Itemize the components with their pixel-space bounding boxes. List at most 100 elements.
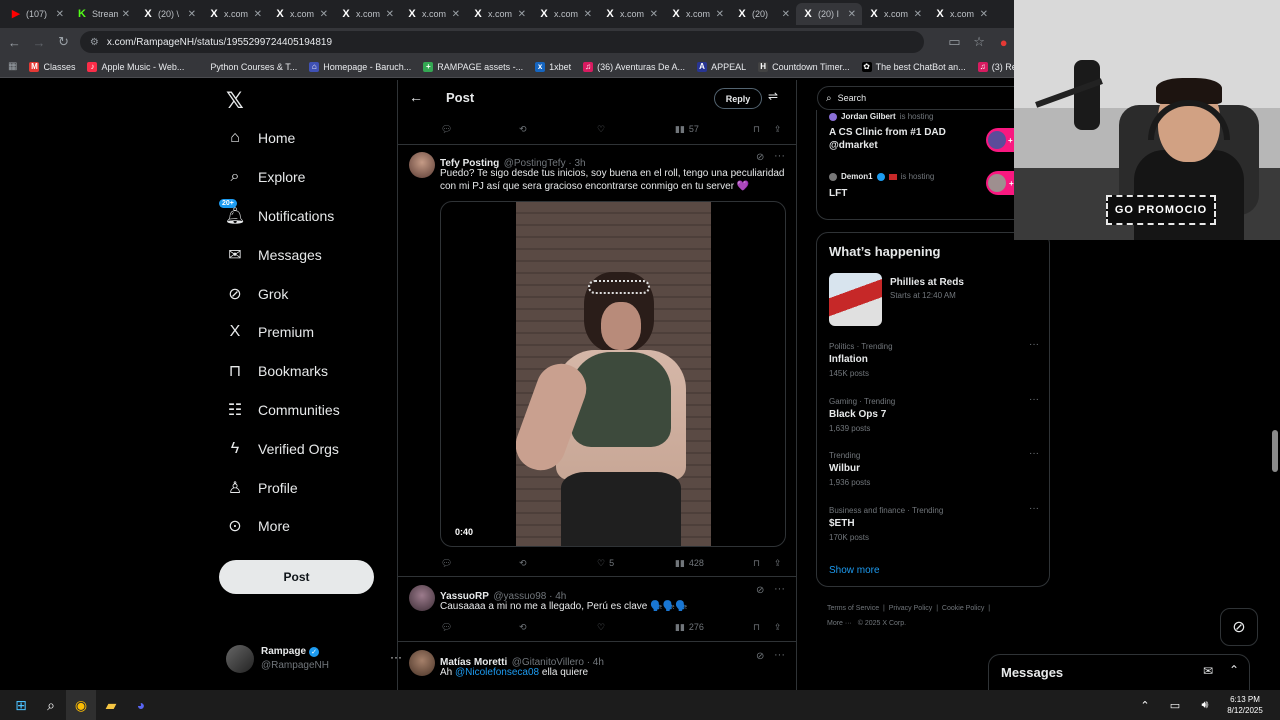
- nav-item-notifications[interactable]: 🔔︎ 20+ Notifications: [218, 197, 398, 236]
- bookmark-item[interactable]: Python Courses & T...: [196, 61, 297, 72]
- reply-button[interactable]: Reply: [714, 88, 762, 109]
- tab-close-icon[interactable]: ✕: [518, 9, 526, 20]
- bookmark-item[interactable]: A APPEAL: [697, 61, 746, 72]
- tray-expand-icon[interactable]: ⌃: [1130, 690, 1160, 720]
- nav-item-communities[interactable]: ☷ Communities: [218, 391, 398, 430]
- star-icon[interactable]: ☆: [969, 31, 990, 53]
- search-input[interactable]: ⌕ Search: [817, 86, 1027, 110]
- nav-item-explore[interactable]: ⌕ Explore: [218, 158, 398, 197]
- trend-more-icon[interactable]: ···: [1029, 394, 1039, 405]
- browser-tab[interactable]: X x.com ✕: [268, 3, 334, 25]
- reply-post[interactable]: Tefy Posting @PostingTefy · 3h ⊘ ··· Pue…: [398, 145, 796, 577]
- tab-close-icon[interactable]: ✕: [386, 9, 394, 20]
- tab-close-icon[interactable]: ✕: [188, 9, 196, 20]
- repost-icon[interactable]: ⟲: [519, 622, 527, 633]
- tab-close-icon[interactable]: ✕: [980, 9, 988, 20]
- x-home-logo-icon[interactable]: 𝕏: [226, 88, 244, 114]
- browser-tab[interactable]: K Stream ✕: [70, 3, 136, 25]
- tab-close-icon[interactable]: ✕: [716, 9, 724, 20]
- show-more-link[interactable]: Show more: [829, 565, 880, 576]
- reply-post[interactable]: Matías Moretti @GitanitoVillero · 4h ⊘ ·…: [398, 643, 796, 690]
- apps-grid-icon[interactable]: ▦: [8, 61, 17, 72]
- grok-floating-icon[interactable]: ⊘: [1220, 608, 1258, 646]
- forward-icon[interactable]: →: [29, 31, 50, 53]
- bookmark-item[interactable]: ♫ (36) Aventuras De A...: [583, 61, 685, 72]
- nav-item-grok[interactable]: ⊘ Grok: [218, 274, 398, 313]
- reload-icon[interactable]: ↻: [53, 31, 74, 53]
- windows-start-icon[interactable]: ⊞: [6, 690, 36, 720]
- file-explorer-icon[interactable]: ▰: [96, 690, 126, 720]
- avatar[interactable]: [409, 650, 435, 676]
- event-item[interactable]: Phillies at Reds Starts at 12:40 AM: [829, 273, 1039, 328]
- nav-item-home[interactable]: ⌂ Home: [218, 119, 398, 158]
- nav-item-profile[interactable]: ♙ Profile: [218, 468, 398, 507]
- url-input[interactable]: ⚙ x.com/RampageNH/status/195529972440519…: [79, 31, 925, 53]
- bookmark-item[interactable]: ♪ Apple Music - Web...: [87, 61, 184, 72]
- views-icon[interactable]: ▮▮ 276: [675, 622, 704, 633]
- footer-link-cookies[interactable]: Cookie Policy: [942, 605, 984, 612]
- trend-more-icon[interactable]: ···: [1029, 448, 1039, 459]
- nav-item-bookmarks[interactable]: ⊓ Bookmarks: [218, 352, 398, 391]
- bookmark-item[interactable]: H Countdown Timer...: [758, 61, 850, 72]
- nav-item-more[interactable]: ⊙ More: [218, 507, 398, 546]
- bookmark-item[interactable]: ⌂ Homepage - Baruch...: [309, 61, 411, 72]
- reply-post[interactable]: YassuoRP @yassuo98 · 4h ⊘ ··· Causaaaa a…: [398, 578, 796, 642]
- messages-drawer[interactable]: Messages ✉ ⌃: [988, 654, 1250, 690]
- post-more-icon[interactable]: ···: [774, 150, 785, 162]
- bookmark-item[interactable]: ✿ The best ChatBot an...: [861, 61, 966, 72]
- views-icon[interactable]: ▮▮ 57: [675, 124, 699, 135]
- browser-tab[interactable]: X x.com ✕: [532, 3, 598, 25]
- browser-tab[interactable]: X x.com ✕: [466, 3, 532, 25]
- like-icon[interactable]: ♡ 5: [597, 558, 614, 569]
- share-icon[interactable]: ⇪: [774, 558, 782, 569]
- grok-icon[interactable]: ⊘: [756, 651, 764, 662]
- trend-item[interactable]: Politics · Trending Inflation 145K posts…: [829, 339, 1049, 378]
- bookmark-item[interactable]: + RAMPAGE assets -...: [423, 61, 523, 72]
- nav-item-verified-orgs[interactable]: ϟ Verified Orgs: [218, 429, 398, 468]
- browser-tab[interactable]: X (20) ✕: [730, 3, 796, 25]
- new-message-icon[interactable]: ✉: [1203, 664, 1213, 678]
- tab-close-icon[interactable]: ✕: [452, 9, 460, 20]
- tab-close-icon[interactable]: ✕: [848, 9, 856, 20]
- views-icon[interactable]: ▮▮ 428: [675, 558, 704, 569]
- browser-tab[interactable]: X (20) I ✕: [796, 3, 862, 25]
- tab-close-icon[interactable]: ✕: [914, 9, 922, 20]
- trend-item[interactable]: Trending Wilbur 1,936 posts ···: [829, 448, 1049, 487]
- reply-settings-icon[interactable]: ⇌: [768, 89, 778, 103]
- trend-item[interactable]: Gaming · Trending Black Ops 7 1,639 post…: [829, 394, 1049, 433]
- profile-icon[interactable]: ●: [993, 31, 1014, 53]
- avatar[interactable]: [409, 152, 435, 178]
- repost-icon[interactable]: ⟲: [519, 124, 527, 135]
- footer-link-terms[interactable]: Terms of Service: [827, 605, 879, 612]
- browser-tab[interactable]: X x.com ✕: [664, 3, 730, 25]
- clock[interactable]: 6:13 PM 8/12/2025: [1220, 694, 1270, 716]
- volume-icon[interactable]: 🔊︎: [1190, 690, 1220, 720]
- browser-tab[interactable]: ▶ (107) ✕: [4, 3, 70, 25]
- trend-more-icon[interactable]: ···: [1029, 339, 1039, 350]
- bookmark-icon[interactable]: ⊓: [753, 558, 760, 569]
- browser-tab[interactable]: X x.com ✕: [862, 3, 928, 25]
- like-icon[interactable]: ♡: [597, 622, 605, 633]
- grok-icon[interactable]: ⊘: [756, 585, 764, 596]
- tab-close-icon[interactable]: ✕: [650, 9, 658, 20]
- tab-close-icon[interactable]: ✕: [320, 9, 328, 20]
- discord-icon[interactable]: ◕: [126, 690, 156, 720]
- browser-tab[interactable]: X x.com ✕: [598, 3, 664, 25]
- chrome-icon[interactable]: ◉: [66, 690, 96, 720]
- reply-icon[interactable]: 💬︎: [441, 622, 452, 633]
- browser-tab[interactable]: X x.com ✕: [400, 3, 466, 25]
- post-button[interactable]: Post: [219, 560, 374, 594]
- nav-item-premium[interactable]: X Premium: [218, 313, 398, 352]
- browser-tab[interactable]: X (20) \ ✕: [136, 3, 202, 25]
- tab-close-icon[interactable]: ✕: [254, 9, 262, 20]
- account-switcher[interactable]: Rampage ✓ @RampageNH ···: [226, 642, 402, 676]
- bookmark-item[interactable]: M Classes: [29, 61, 75, 72]
- tab-close-icon[interactable]: ✕: [122, 9, 130, 20]
- repost-icon[interactable]: ⟲: [519, 558, 527, 569]
- avatar[interactable]: [409, 585, 435, 611]
- bookmark-item[interactable]: x 1xbet: [535, 61, 571, 72]
- footer-link-more[interactable]: More ···: [827, 620, 852, 627]
- site-info-icon[interactable]: ⚙: [90, 37, 99, 48]
- network-icon[interactable]: ▭: [1160, 690, 1190, 720]
- browser-tab[interactable]: X x.com ✕: [928, 3, 994, 25]
